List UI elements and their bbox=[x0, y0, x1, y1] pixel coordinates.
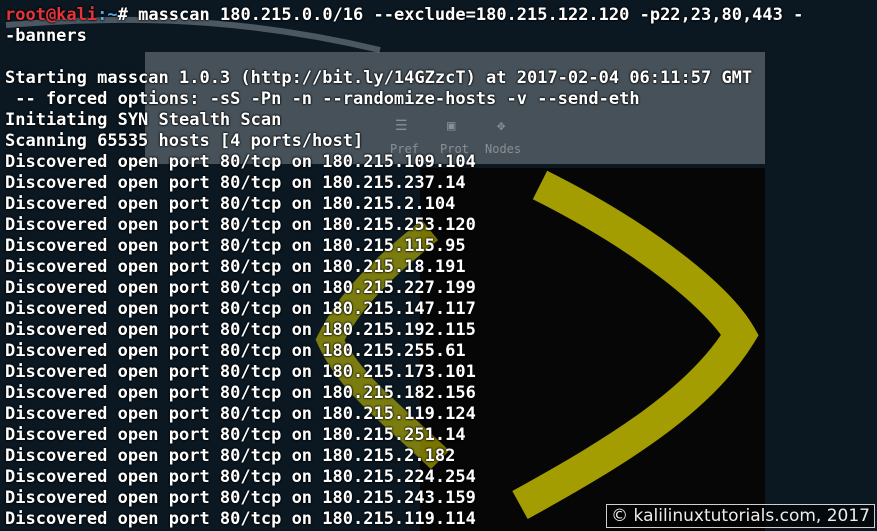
output-line: Discovered open port 80/tcp on 180.215.1… bbox=[5, 257, 466, 277]
output-line: Discovered open port 80/tcp on 180.215.1… bbox=[5, 152, 476, 172]
output-line: Discovered open port 80/tcp on 180.215.2… bbox=[5, 341, 466, 361]
output-line: Discovered open port 80/tcp on 180.215.2… bbox=[5, 194, 456, 214]
output-line: Discovered open port 80/tcp on 180.215.1… bbox=[5, 383, 476, 403]
output-line: Scanning 65535 hosts [4 ports/host] bbox=[5, 131, 364, 151]
prompt-symbol: # bbox=[117, 5, 139, 25]
output-line: Discovered open port 80/tcp on 180.215.2… bbox=[5, 173, 466, 193]
output-line: Initiating SYN Stealth Scan bbox=[5, 110, 282, 130]
output-line: Discovered open port 80/tcp on 180.215.2… bbox=[5, 278, 476, 298]
output-line: Discovered open port 80/tcp on 180.215.2… bbox=[5, 467, 476, 487]
output-line: Discovered open port 80/tcp on 180.215.2… bbox=[5, 425, 466, 445]
output-line: -- forced options: -sS -Pn -n --randomiz… bbox=[5, 89, 640, 109]
output-line: Starting masscan 1.0.3 (http://bit.ly/14… bbox=[5, 68, 753, 88]
output-line: Discovered open port 80/tcp on 180.215.1… bbox=[5, 362, 476, 382]
watermark: © kalilinuxtutorials.com, 2017 bbox=[606, 504, 875, 528]
prompt-user: root@kali bbox=[5, 5, 98, 25]
output-line: Discovered open port 80/tcp on 180.215.2… bbox=[5, 215, 476, 235]
output-line: Discovered open port 80/tcp on 180.215.2… bbox=[5, 446, 456, 466]
output-line: Discovered open port 80/tcp on 180.215.1… bbox=[5, 299, 476, 319]
terminal-window[interactable]: root@kali:~# masscan 180.215.0.0/16 --ex… bbox=[0, 0, 877, 531]
command-line: root@kali:~# masscan 180.215.0.0/16 --ex… bbox=[5, 5, 877, 26]
output-line: Discovered open port 80/tcp on 180.215.1… bbox=[5, 236, 466, 256]
command-continuation: -banners bbox=[5, 26, 87, 46]
output-line: Discovered open port 80/tcp on 180.215.1… bbox=[5, 404, 476, 424]
command-text: masscan 180.215.0.0/16 --exclude=180.215… bbox=[138, 5, 804, 25]
output-line: Discovered open port 80/tcp on 180.215.1… bbox=[5, 320, 476, 340]
prompt-path: :~ bbox=[97, 5, 118, 25]
